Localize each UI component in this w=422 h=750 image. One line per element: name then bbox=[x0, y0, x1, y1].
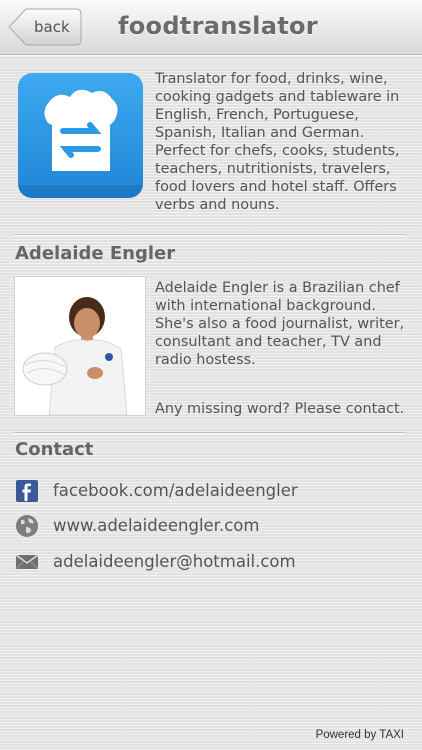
contact-title: Contact bbox=[15, 439, 94, 460]
contact-email[interactable]: adelaideengler@hotmail.com bbox=[15, 550, 415, 578]
back-label: back bbox=[34, 18, 70, 36]
contact-text: www.adelaideengler.com bbox=[53, 516, 260, 535]
missing-word-note: Any missing word? Please contact. bbox=[155, 401, 405, 417]
divider bbox=[14, 432, 406, 433]
app-description: Translator for food, drinks, wine, cooki… bbox=[155, 71, 400, 213]
author-photo bbox=[15, 277, 145, 416]
contact-facebook[interactable]: facebook.com/adelaideengler bbox=[15, 479, 415, 507]
author-bio: Adelaide Engler is a Brazilian chef with… bbox=[155, 280, 405, 368]
author-name: Adelaide Engler bbox=[15, 243, 176, 264]
mail-icon bbox=[15, 550, 39, 574]
translate-toque-icon bbox=[18, 73, 143, 198]
contact-website[interactable]: www.adelaideengler.com bbox=[15, 514, 415, 542]
contact-text: adelaideengler@hotmail.com bbox=[53, 552, 296, 571]
globe-icon bbox=[15, 514, 39, 538]
divider bbox=[14, 234, 406, 235]
page-title: foodtranslator bbox=[118, 12, 318, 40]
powered-by[interactable]: Powered by TAXI bbox=[316, 729, 404, 741]
back-button[interactable]: back bbox=[8, 8, 82, 46]
facebook-icon bbox=[15, 479, 39, 503]
chef-photo bbox=[15, 277, 145, 416]
app-icon bbox=[18, 73, 143, 198]
contact-text: facebook.com/adelaideengler bbox=[53, 481, 298, 500]
nav-bar: back foodtranslator bbox=[0, 0, 422, 55]
